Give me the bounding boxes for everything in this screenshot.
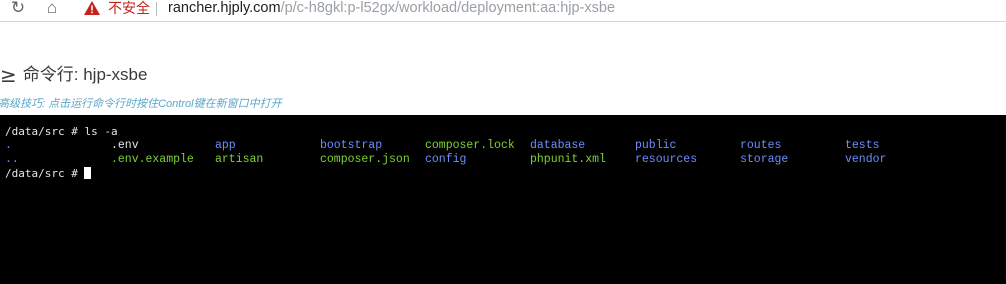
file-entry: .. bbox=[5, 153, 19, 166]
file-entry: composer.lock bbox=[425, 139, 515, 152]
home-icon[interactable]: ⌂ bbox=[42, 0, 62, 18]
page-title-row: ≥ 命令行: hjp-xsbe bbox=[0, 63, 147, 87]
file-entry: tests bbox=[845, 139, 880, 152]
file-entry: . bbox=[5, 139, 12, 152]
file-entry: config bbox=[425, 153, 467, 166]
terminal-cursor bbox=[84, 167, 92, 179]
url-path: /p/c-h8gkl:p-l52gx/workload/deployment:a… bbox=[280, 0, 616, 16]
file-entry: vendor bbox=[845, 153, 887, 166]
shell-prompt-icon: ≥ bbox=[0, 63, 17, 87]
security-status-label[interactable]: 不安全 bbox=[108, 0, 150, 17]
file-entry: phpunit.xml bbox=[530, 153, 606, 166]
file-entry: .env bbox=[111, 139, 139, 152]
file-entry: routes bbox=[740, 139, 782, 152]
terminal-prompt-line[interactable]: /data/src # bbox=[5, 167, 92, 181]
url-field[interactable]: rancher.hjply.com/p/c-h8gkl:p-l52gx/work… bbox=[168, 0, 615, 17]
url-host: rancher.hjply.com bbox=[168, 0, 281, 16]
file-entry: composer.json bbox=[320, 153, 410, 166]
terminal-window[interactable]: /data/src # ls -a . .env app bootstrap compo… bbox=[0, 115, 1006, 284]
reload-icon[interactable]: ↻ bbox=[8, 0, 28, 18]
file-entry: app bbox=[215, 139, 236, 152]
file-entry: resources bbox=[635, 153, 698, 166]
file-entry: public bbox=[635, 139, 677, 152]
warning-triangle-icon[interactable] bbox=[84, 1, 100, 15]
file-entry: database bbox=[530, 139, 586, 152]
address-separator bbox=[156, 2, 157, 16]
terminal-prompt: /data/src # bbox=[5, 167, 85, 180]
file-entry: .env.example bbox=[111, 153, 194, 166]
page-title: 命令行: hjp-xsbe bbox=[22, 65, 148, 84]
file-entry: bootstrap bbox=[320, 139, 383, 152]
browser-address-bar: ↻ ⌂ 不安全 rancher.hjply.com/p/c-h8gkl:p-l5… bbox=[0, 0, 1006, 22]
shell-tip-text: 高级技巧: 点击运行命令行时按住Control键在新窗口中打开 bbox=[0, 98, 282, 110]
file-entry: artisan bbox=[215, 153, 264, 166]
file-entry: storage bbox=[740, 153, 789, 166]
terminal-command-line: /data/src # ls -a bbox=[5, 125, 118, 138]
